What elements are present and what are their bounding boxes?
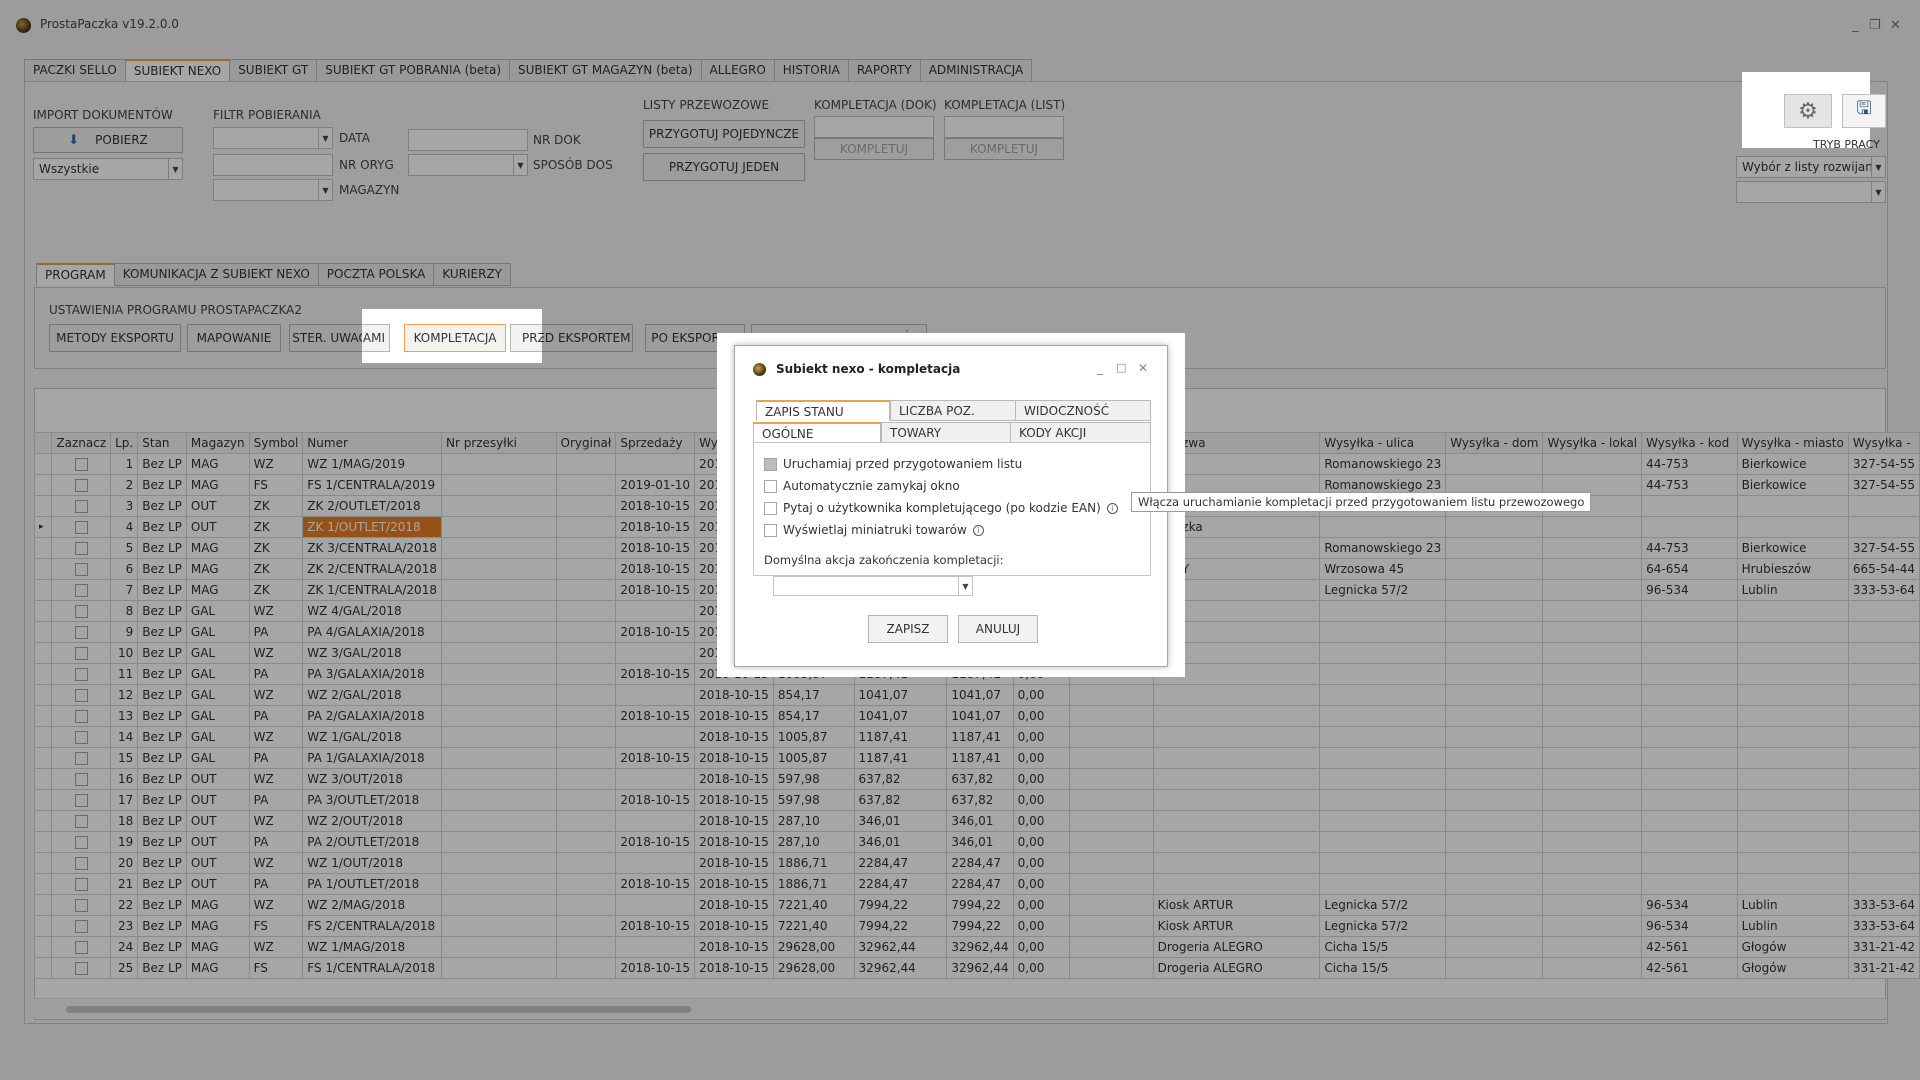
tab-widocznosc[interactable]: WIDOCZNOŚĆ: [1015, 400, 1151, 421]
default-action-label: Domyślna akcja zakończenia kompletacji:: [764, 553, 1004, 567]
save-settings-button[interactable]: 🖫: [1842, 94, 1886, 128]
dialog-title: Subiekt nexo - kompletacja: [776, 362, 961, 376]
tab-towary[interactable]: TOWARY: [881, 422, 1011, 443]
checkbox[interactable]: [764, 479, 777, 493]
option-uruchamiaj[interactable]: Uruchamiaj przed przygotowaniem listu: [764, 457, 1022, 471]
checkbox[interactable]: [764, 523, 777, 537]
tryb-pracy-label-highlight: TRYB PRACY: [1813, 138, 1880, 151]
tab-ogolne[interactable]: OGÓLNE: [753, 422, 881, 443]
save-icon: 🖫: [1856, 98, 1872, 119]
tab-kody-akcji[interactable]: KODY AKCJI: [1010, 422, 1151, 443]
gear-icon: ⚙: [1798, 98, 1818, 124]
przed-eksportem-peek: PRZED EKSPORTEM: [510, 324, 542, 352]
kompletacja-button-active[interactable]: KOMPLETACJA: [404, 324, 506, 352]
info-icon: i: [1106, 502, 1118, 514]
tooltip: Włącza uruchamianie kompletacji przed pr…: [1131, 492, 1592, 512]
checkbox[interactable]: [764, 457, 777, 471]
dialog-minimize-button[interactable]: _: [1097, 361, 1103, 375]
tab-liczba-poz[interactable]: LICZBA POZ.: [890, 400, 1016, 421]
dialog-logo-icon: [753, 363, 766, 376]
tab-zapis-stanu[interactable]: ZAPIS STANU: [756, 400, 890, 421]
anuluj-button[interactable]: ANULUJ: [958, 615, 1038, 643]
info-icon: i: [972, 524, 984, 536]
default-action-select[interactable]: ▼: [773, 576, 973, 596]
ster-uwagami-peek: STER. UWAGAMI: [362, 324, 390, 352]
checkbox[interactable]: [764, 501, 777, 515]
kompletacja-dialog: Subiekt nexo - kompletacja _ □ ✕ ZAPIS S…: [734, 345, 1168, 667]
dialog-close-button[interactable]: ✕: [1138, 361, 1148, 375]
ogolne-panel: Uruchamiaj przed przygotowaniem listu Au…: [753, 442, 1151, 576]
option-zamykaj[interactable]: Automatycznie zamykaj okno: [764, 479, 960, 493]
zapisz-button[interactable]: ZAPISZ: [868, 615, 948, 643]
option-miniatury[interactable]: Wyświetlaj miniatruki towarów i: [764, 523, 984, 537]
chevron-down-icon: ▼: [958, 577, 972, 595]
dialog-maximize-button[interactable]: □: [1116, 361, 1126, 374]
settings-button[interactable]: ⚙: [1784, 94, 1832, 128]
option-pytaj[interactable]: Pytaj o użytkownika kompletującego (po k…: [764, 501, 1118, 515]
